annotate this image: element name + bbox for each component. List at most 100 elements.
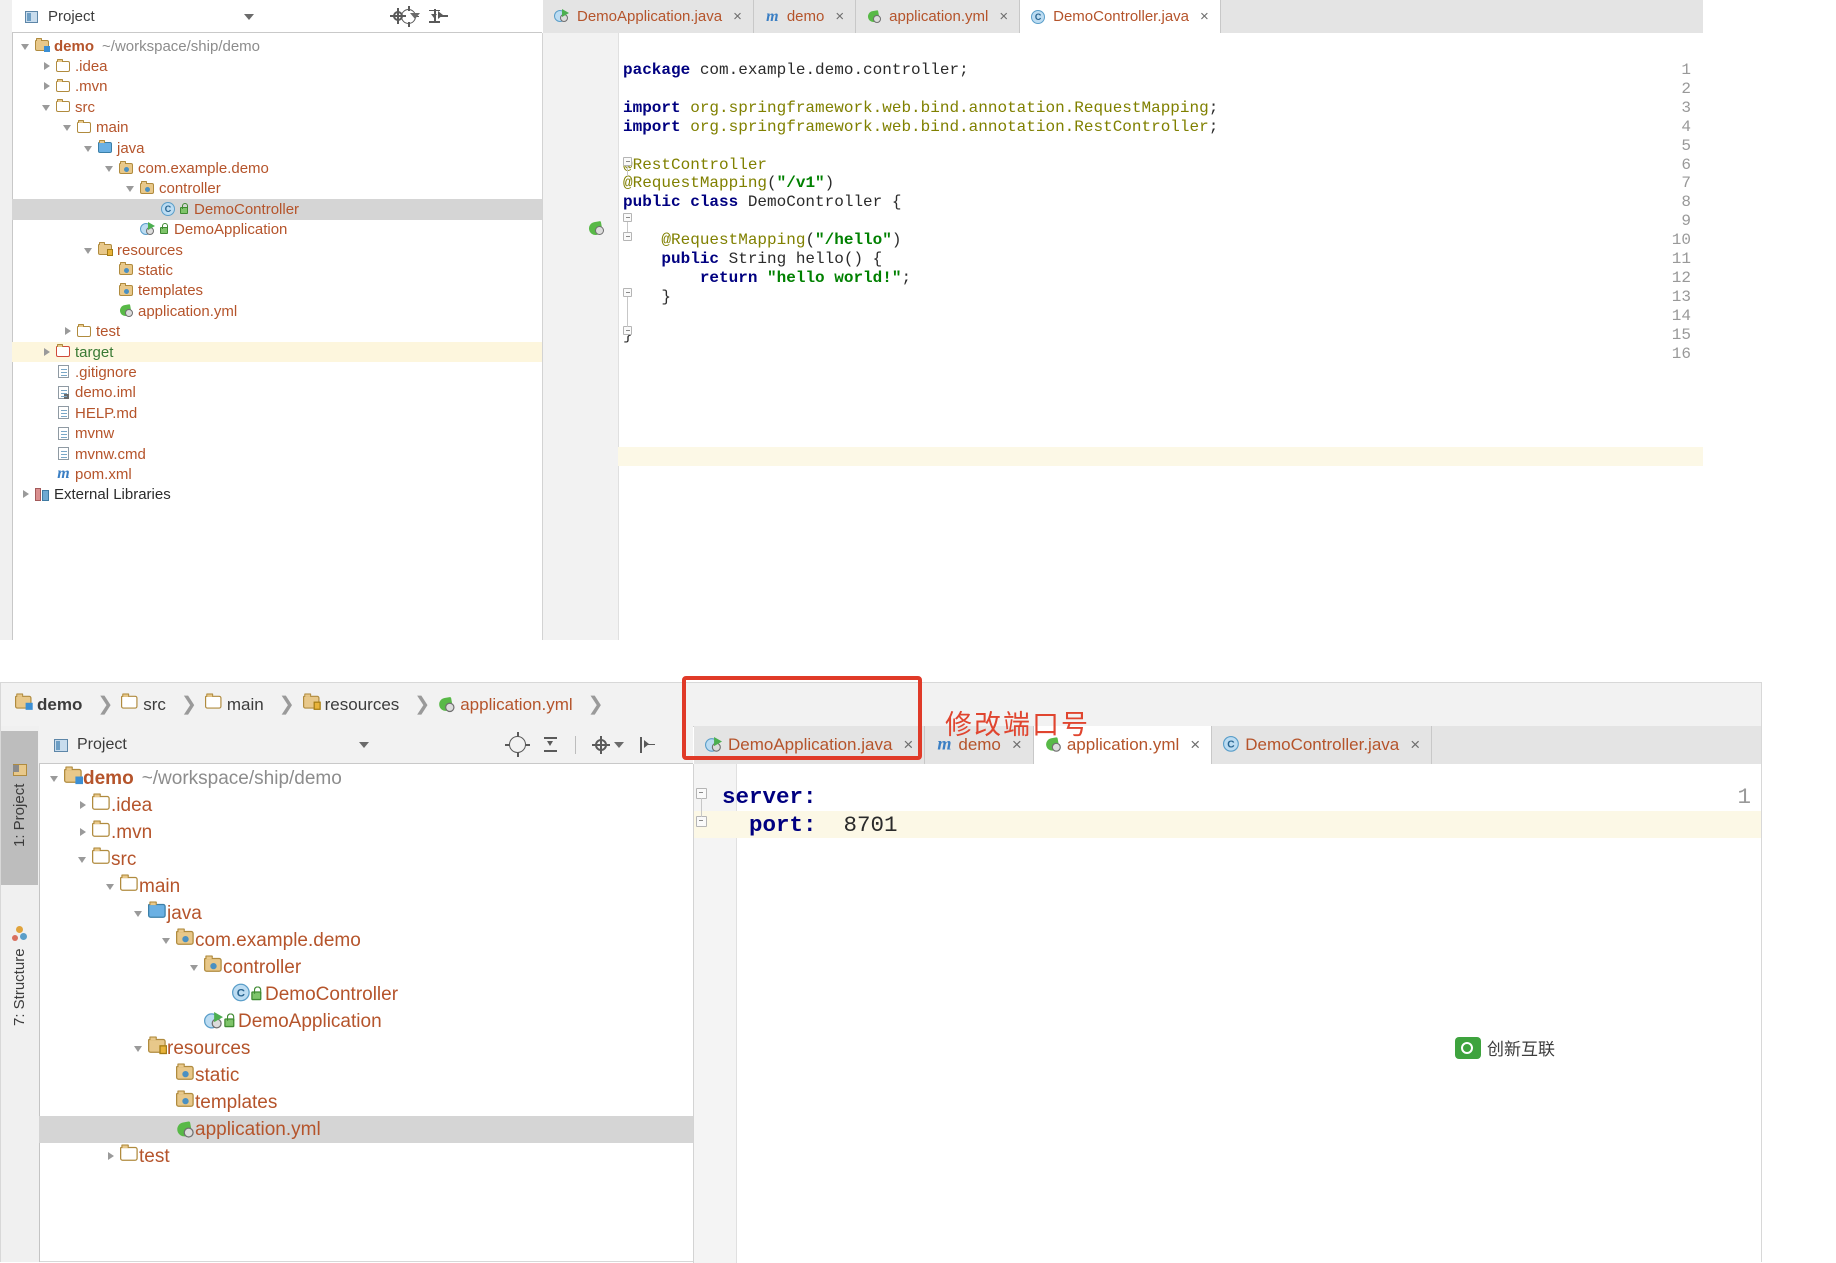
tree-row[interactable]: .idea [39, 792, 693, 819]
tree-expand-arrow[interactable] [49, 772, 62, 785]
tree-row[interactable]: controller [12, 179, 542, 199]
tab-close-icon[interactable]: × [999, 8, 1008, 25]
tab-demoapplication-java[interactable]: DemoApplication.java× [543, 0, 754, 33]
tree-expand-arrow[interactable] [133, 1042, 146, 1055]
tab-close-icon[interactable]: × [1200, 8, 1209, 25]
tree-expand-arrow[interactable] [62, 325, 75, 338]
tree-row[interactable]: mvnw.cmd [12, 444, 542, 464]
top-project-title-group[interactable]: Project [12, 8, 95, 25]
gear-dropdown-arrow[interactable] [614, 742, 624, 748]
bottom-project-dropdown-arrow[interactable] [359, 742, 369, 748]
tree-row[interactable]: External Libraries [12, 485, 542, 505]
tree-row[interactable]: mpom.xml [12, 464, 542, 484]
tree-expand-arrow[interactable] [20, 488, 33, 501]
tree-expand-arrow[interactable] [62, 121, 75, 134]
collapse-all-icon[interactable] [542, 736, 559, 753]
tab-demo[interactable]: mdemo× [754, 0, 856, 33]
tree-expand-arrow[interactable] [83, 142, 96, 155]
tree-row[interactable]: demo~/workspace/ship/demo [12, 36, 542, 56]
tree-row[interactable]: test [12, 321, 542, 341]
tree-row[interactable]: com.example.demo [39, 927, 693, 954]
tree-row[interactable]: static [12, 260, 542, 280]
fold-marker[interactable] [623, 232, 632, 241]
tree-row[interactable]: .mvn [39, 819, 693, 846]
tree-row[interactable]: templates [39, 1089, 693, 1116]
tree-expand-arrow[interactable] [20, 40, 33, 53]
tree-row[interactable]: controller [39, 954, 693, 981]
tree-row[interactable]: demo.iml [12, 383, 542, 403]
tab-close-icon[interactable]: × [733, 8, 742, 25]
tree-expand-arrow[interactable] [41, 346, 54, 359]
tree-expand-arrow[interactable] [77, 799, 90, 812]
bottom-project-tree[interactable]: demo~/workspace/ship/demo.idea.mvnsrcmai… [39, 765, 693, 1263]
hide-panel-icon[interactable] [640, 737, 657, 753]
breadcrumb-item[interactable]: application.yml❯ [438, 693, 611, 716]
fold-marker[interactable] [623, 326, 632, 335]
tree-expand-arrow[interactable] [105, 880, 118, 893]
tree-row[interactable]: main [12, 118, 542, 138]
tab-close-icon[interactable]: × [835, 8, 844, 25]
tree-row[interactable]: .gitignore [12, 362, 542, 382]
tree-row[interactable]: application.yml [39, 1116, 693, 1143]
tree-row[interactable]: templates [12, 281, 542, 301]
fold-marker[interactable] [623, 213, 632, 222]
gear-icon[interactable] [592, 736, 610, 754]
tree-expand-arrow[interactable] [161, 934, 174, 947]
tree-expand-arrow[interactable] [41, 101, 54, 114]
gear-dropdown-arrow[interactable] [410, 13, 420, 19]
tree-expand-arrow[interactable] [105, 1150, 118, 1163]
tree-row[interactable]: demo~/workspace/ship/demo [39, 765, 693, 792]
fold-marker[interactable] [623, 288, 632, 297]
tree-row[interactable]: application.yml [12, 301, 542, 321]
tree-expand-arrow[interactable] [41, 60, 54, 73]
hide-panel-icon[interactable] [434, 9, 449, 23]
gear-icon[interactable] [390, 8, 406, 24]
tree-row[interactable]: CDemoController [39, 981, 693, 1008]
top-project-tree[interactable]: demo~/workspace/ship/demo.idea.mvnsrcmai… [12, 36, 542, 636]
tree-row[interactable]: .idea [12, 56, 542, 76]
tree-row[interactable]: resources [39, 1035, 693, 1062]
tree-row[interactable]: mvnw [12, 423, 542, 443]
fold-marker[interactable] [623, 157, 632, 166]
tree-row[interactable]: java [12, 138, 542, 158]
breadcrumb-item[interactable]: main❯ [205, 693, 303, 716]
tree-row[interactable]: main [39, 873, 693, 900]
tree-row[interactable]: test [39, 1143, 693, 1170]
tab-democontroller-java[interactable]: CDemoController.java× [1020, 0, 1221, 33]
tree-row[interactable]: DemoApplication [12, 220, 542, 240]
tree-row[interactable]: src [39, 846, 693, 873]
tree-expand-arrow[interactable] [189, 961, 202, 974]
breadcrumb-item[interactable]: resources❯ [303, 693, 439, 716]
tree-expand-arrow[interactable] [104, 162, 117, 175]
top-project-dropdown-arrow[interactable] [244, 14, 254, 20]
tab-application-yml[interactable]: application.yml× [856, 0, 1020, 33]
breadcrumb-item[interactable]: demo❯ [15, 693, 121, 716]
sidebar-tab-structure[interactable]: 7: Structure [1, 891, 38, 1067]
tree-row[interactable]: HELP.md [12, 403, 542, 423]
tab-democontroller-java[interactable]: CDemoController.java× [1212, 726, 1432, 764]
tree-expand-arrow[interactable] [77, 826, 90, 839]
locate-icon[interactable] [509, 736, 526, 753]
fold-marker[interactable] [696, 816, 707, 827]
tree-expand-arrow[interactable] [133, 907, 146, 920]
tree-row[interactable]: java [39, 900, 693, 927]
sidebar-tab-project[interactable]: 1: Project [1, 731, 38, 885]
bottom-yaml-editor[interactable]: 12 server: port: 8701 [694, 764, 1761, 1263]
spring-bean-gutter-icon[interactable] [589, 221, 605, 237]
tree-row[interactable]: target [12, 342, 542, 362]
tree-row[interactable]: CDemoController [12, 199, 542, 219]
bottom-project-title-group[interactable]: Project [39, 736, 127, 754]
tree-row[interactable]: static [39, 1062, 693, 1089]
tree-row[interactable]: resources [12, 240, 542, 260]
tab-close-icon[interactable]: × [1410, 735, 1420, 755]
tab-close-icon[interactable]: × [1190, 735, 1200, 755]
tree-expand-arrow[interactable] [83, 244, 96, 257]
tree-expand-arrow[interactable] [77, 853, 90, 866]
tree-row[interactable]: src [12, 97, 542, 117]
tree-row[interactable]: .mvn [12, 77, 542, 97]
tree-row[interactable]: com.example.demo [12, 158, 542, 178]
tree-expand-arrow[interactable] [41, 80, 54, 93]
breadcrumb-item[interactable]: src❯ [121, 693, 205, 716]
top-code-editor[interactable]: 12345678910111213141516 package com.exam… [543, 33, 1703, 640]
tree-expand-arrow[interactable] [125, 182, 138, 195]
